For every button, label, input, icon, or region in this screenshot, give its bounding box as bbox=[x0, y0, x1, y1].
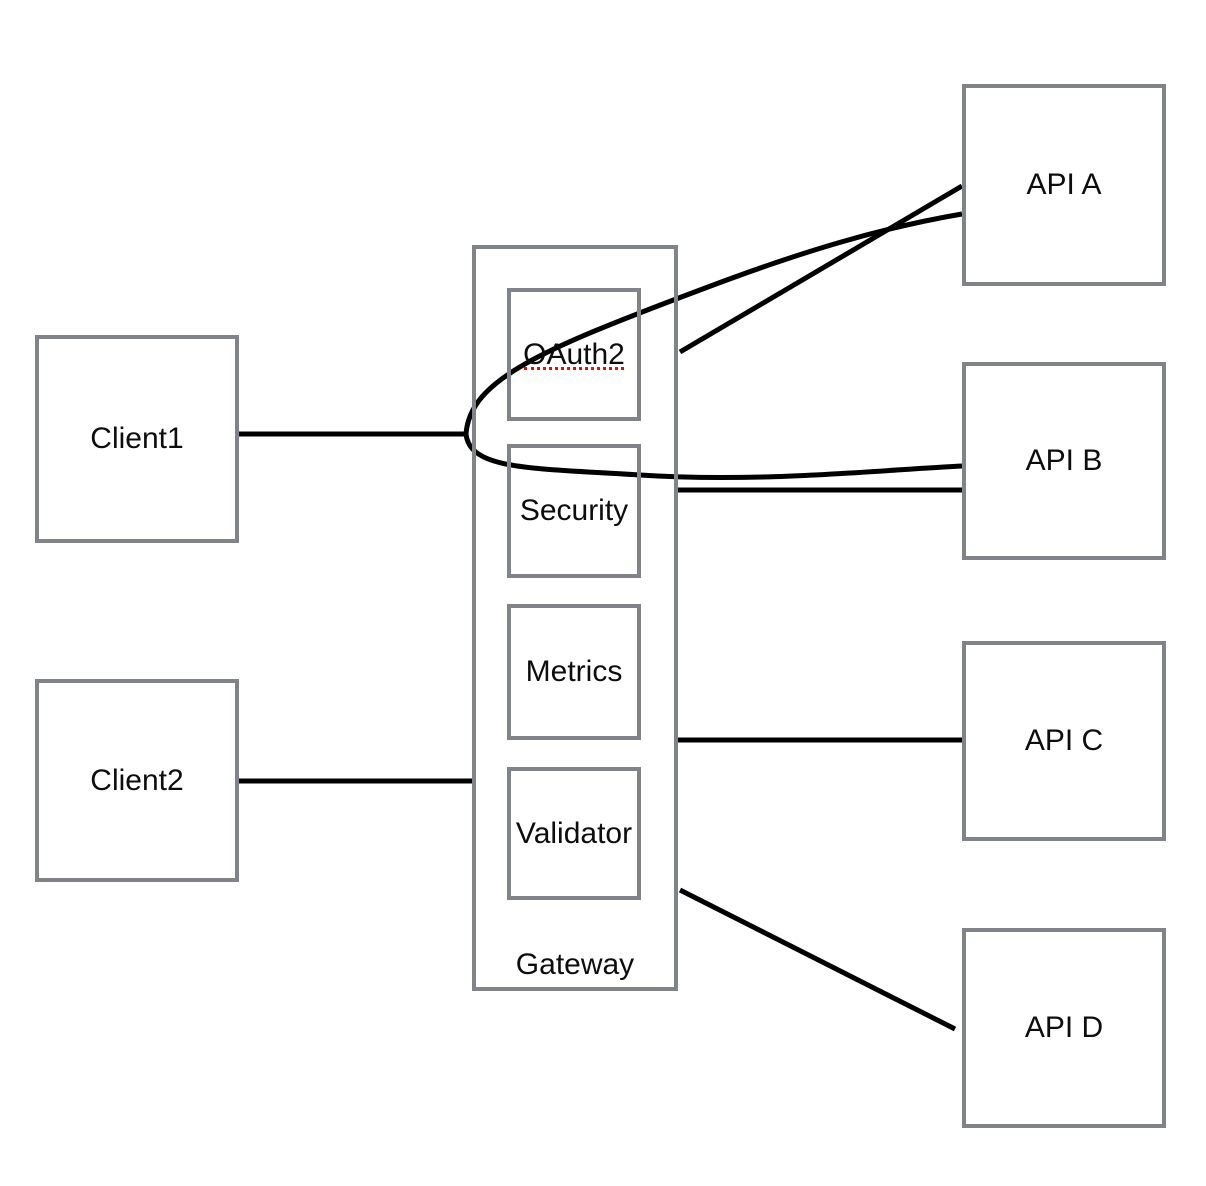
node-api-b[interactable]: API B bbox=[962, 362, 1166, 560]
node-api-c[interactable]: API C bbox=[962, 641, 1166, 841]
edge-gateway-api-d bbox=[678, 887, 957, 1032]
node-client1[interactable]: Client1 bbox=[35, 335, 239, 543]
edge-gateway-api-a-straight bbox=[678, 183, 964, 355]
node-client2-label: Client2 bbox=[90, 763, 184, 797]
node-api-d[interactable]: API D bbox=[962, 928, 1166, 1128]
diagram-canvas: Client1 Client2 Gateway OAuth2 Security … bbox=[0, 0, 1206, 1186]
node-metrics-label: Metrics bbox=[525, 655, 623, 688]
node-validator[interactable]: Validator bbox=[507, 767, 641, 900]
node-client2[interactable]: Client2 bbox=[35, 679, 239, 882]
node-gateway-label: Gateway bbox=[515, 948, 635, 981]
node-api-a-label: API A bbox=[1026, 168, 1102, 201]
node-oauth2-label: OAuth2 bbox=[523, 337, 625, 371]
node-oauth2[interactable]: OAuth2 bbox=[507, 288, 641, 421]
node-api-a[interactable]: API A bbox=[962, 84, 1166, 286]
node-validator-label: Validator bbox=[515, 816, 633, 850]
node-api-d-label: API D bbox=[1024, 1011, 1104, 1044]
node-api-b-label: API B bbox=[1025, 444, 1103, 477]
node-security[interactable]: Security bbox=[507, 444, 641, 578]
node-metrics[interactable]: Metrics bbox=[507, 604, 641, 740]
node-client1-label: Client1 bbox=[90, 422, 184, 455]
node-security-label: Security bbox=[519, 494, 629, 527]
node-api-c-label: API C bbox=[1024, 724, 1104, 757]
